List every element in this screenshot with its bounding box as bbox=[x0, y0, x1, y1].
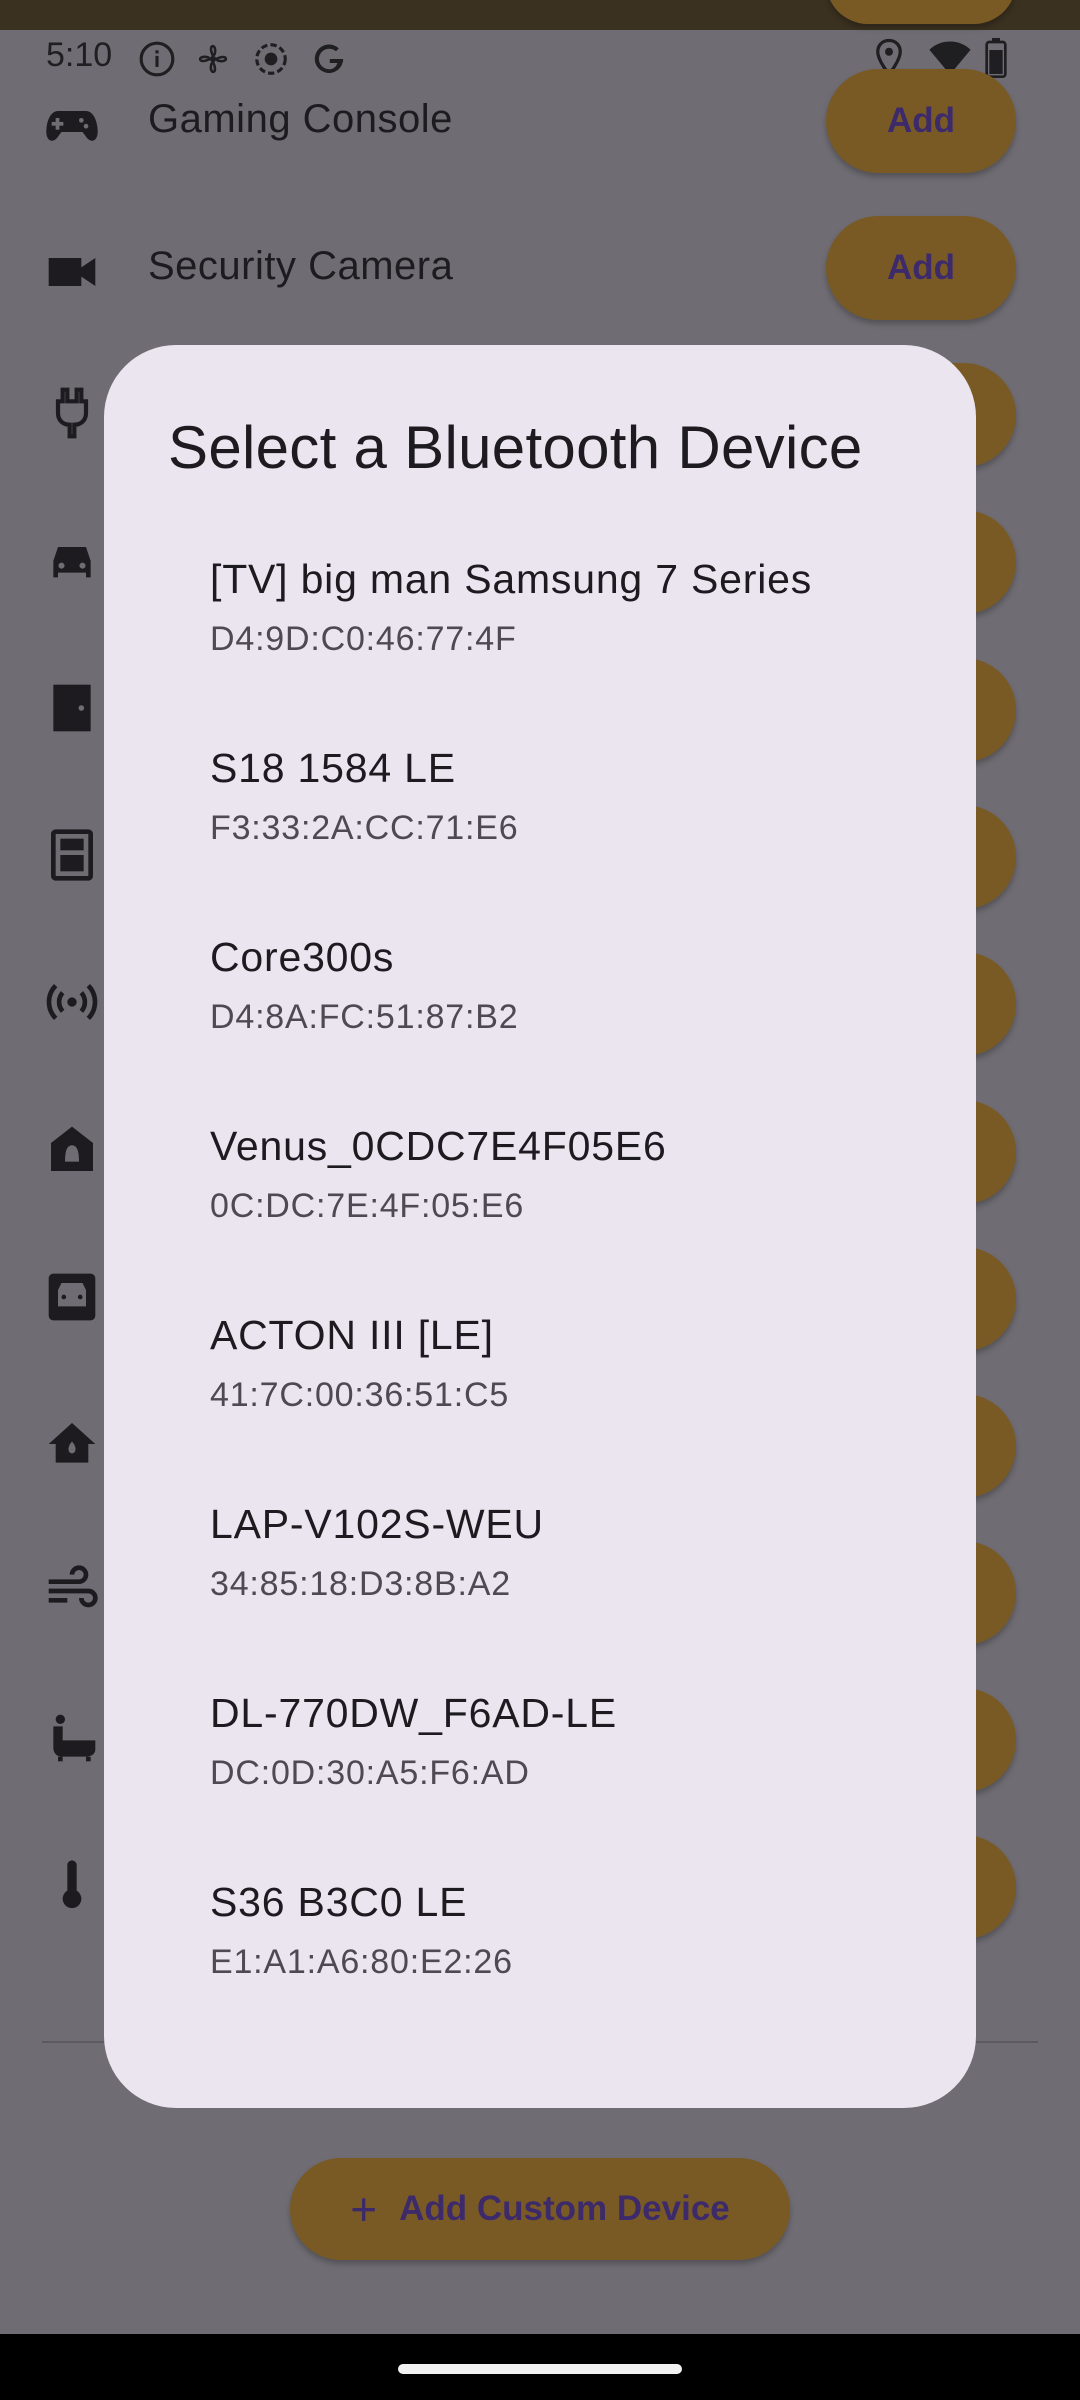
vehicle-icon bbox=[48, 1273, 96, 1321]
device-name: [TV] big man Samsung 7 Series bbox=[210, 556, 813, 602]
device-item[interactable]: DL-770DW_F6AD-LE DC:0D:30:A5:F6:AD bbox=[104, 1668, 976, 1857]
plug-icon bbox=[55, 387, 89, 439]
device-item[interactable]: ACTON III [LE] 41:7C:00:36:51:C5 bbox=[104, 1290, 976, 1479]
device-mac: E1:A1:A6:80:E2:26 bbox=[210, 1943, 513, 1981]
device-name: S36 B3C0 LE bbox=[210, 1879, 468, 1925]
device-mac: DC:0D:30:A5:F6:AD bbox=[210, 1754, 530, 1792]
signal-icon bbox=[46, 984, 98, 1020]
device-item[interactable]: [TV] big man Samsung 7 Series D4:9D:C0:4… bbox=[104, 534, 976, 723]
device-mac: 41:7C:00:36:51:C5 bbox=[210, 1376, 510, 1414]
device-name: Venus_0CDC7E4F05E6 bbox=[210, 1123, 667, 1169]
device-name: LAP-V102S-WEU bbox=[210, 1501, 544, 1547]
device-mac: D4:8A:FC:51:87:B2 bbox=[210, 998, 519, 1036]
add-custom-device-button[interactable]: + Add Custom Device bbox=[290, 2158, 790, 2260]
add-button[interactable]: Add bbox=[826, 69, 1016, 173]
device-mac: D4:9D:C0:46:77:4F bbox=[210, 620, 517, 658]
camera-icon bbox=[48, 258, 96, 286]
device-row-label: Security Camera bbox=[148, 244, 454, 288]
door-icon bbox=[53, 684, 91, 732]
thermometer-icon bbox=[62, 1860, 82, 1909]
focus-icon bbox=[255, 43, 287, 75]
plus-icon: + bbox=[350, 2183, 378, 2235]
status-time: 5:10 bbox=[46, 36, 113, 74]
gamepad-icon bbox=[46, 111, 98, 141]
device-item[interactable]: Core300s D4:8A:FC:51:87:B2 bbox=[104, 912, 976, 1101]
partial-add-button[interactable] bbox=[826, 0, 1016, 24]
appliance-icon bbox=[51, 829, 93, 881]
car-icon bbox=[53, 547, 91, 578]
google-icon bbox=[314, 44, 344, 73]
device-name: DL-770DW_F6AD-LE bbox=[210, 1690, 617, 1736]
dialog-title: Select a Bluetooth Device bbox=[168, 414, 863, 481]
wind-icon bbox=[48, 1565, 98, 1608]
device-mac: F3:33:2A:CC:71:E6 bbox=[210, 809, 519, 847]
device-item[interactable]: LAP-V102S-WEU 34:85:18:D3:8B:A2 bbox=[104, 1479, 976, 1668]
bluetooth-device-dialog: Select a Bluetooth Device [TV] big man S… bbox=[104, 345, 976, 2108]
device-list: [TV] big man Samsung 7 Series D4:9D:C0:4… bbox=[104, 534, 976, 2046]
fan-icon bbox=[198, 44, 228, 74]
device-mac: 34:85:18:D3:8B:A2 bbox=[210, 1565, 511, 1603]
home-gesture-handle[interactable] bbox=[398, 2364, 682, 2374]
device-name: S18 1584 LE bbox=[210, 745, 456, 791]
add-button[interactable]: Add bbox=[826, 216, 1016, 320]
battery-icon bbox=[985, 38, 1007, 78]
device-row-gaming-console: Gaming Console Add bbox=[0, 69, 1080, 222]
device-item[interactable]: S36 B3C0 LE E1:A1:A6:80:E2:26 bbox=[104, 1857, 976, 2046]
add-custom-device-label: Add Custom Device bbox=[399, 2189, 730, 2228]
bath-icon bbox=[53, 1714, 96, 1762]
device-row-label: Gaming Console bbox=[148, 97, 453, 141]
device-item[interactable]: Venus_0CDC7E4F05E6 0C:DC:7E:4F:05:E6 bbox=[104, 1101, 976, 1290]
device-item[interactable]: S18 1584 LE F3:33:2A:CC:71:E6 bbox=[104, 723, 976, 912]
bell-icon bbox=[51, 1126, 93, 1171]
info-icon bbox=[139, 41, 175, 77]
navigation-bar bbox=[0, 2334, 1080, 2400]
device-name: ACTON III [LE] bbox=[210, 1312, 494, 1358]
home-icon bbox=[48, 1423, 96, 1463]
device-name: Core300s bbox=[210, 934, 395, 980]
device-mac: 0C:DC:7E:4F:05:E6 bbox=[210, 1187, 525, 1225]
